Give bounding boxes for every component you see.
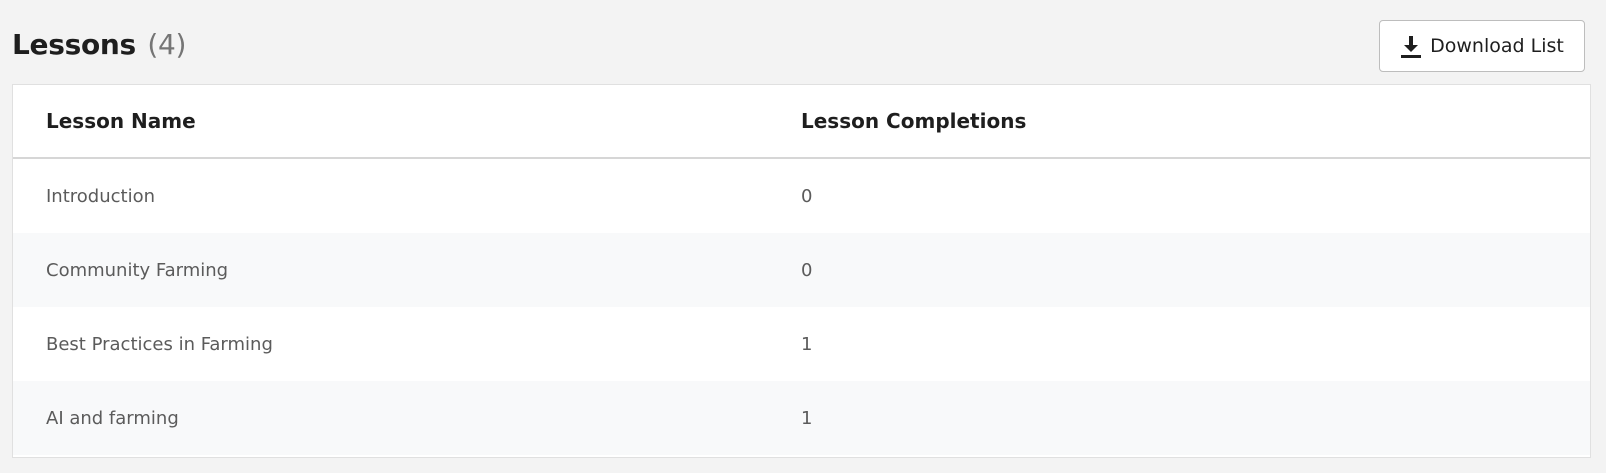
- table-row: AI and farming 1: [13, 381, 1590, 455]
- lesson-completions: 1: [801, 333, 813, 355]
- lesson-name: Introduction: [46, 185, 156, 207]
- lesson-count: (4): [147, 28, 187, 61]
- download-icon: [1400, 34, 1422, 58]
- table-header: Lesson Name Lesson Completions: [13, 85, 1590, 159]
- lesson-name: Best Practices in Farming: [46, 333, 273, 355]
- column-header-lesson-name: Lesson Name: [46, 109, 196, 133]
- table-row: Best Practices in Farming 1: [13, 307, 1590, 381]
- lesson-completions: 1: [801, 407, 813, 429]
- lesson-name: AI and farming: [46, 407, 179, 429]
- table-row: Introduction 0: [13, 159, 1590, 233]
- download-list-label: Download List: [1430, 35, 1564, 57]
- page-header: Lessons (4) Download List: [12, 0, 1585, 84]
- lessons-table: Lesson Name Lesson Completions Introduct…: [12, 84, 1591, 458]
- lesson-completions: 0: [801, 259, 813, 281]
- lesson-completions: 0: [801, 185, 813, 207]
- lesson-name: Community Farming: [46, 259, 229, 281]
- table-row: Community Farming 0: [13, 233, 1590, 307]
- column-header-lesson-completions: Lesson Completions: [801, 109, 1027, 133]
- title-text: Lessons: [12, 28, 136, 61]
- page-title: Lessons (4): [12, 27, 186, 63]
- download-list-button[interactable]: Download List: [1379, 20, 1585, 72]
